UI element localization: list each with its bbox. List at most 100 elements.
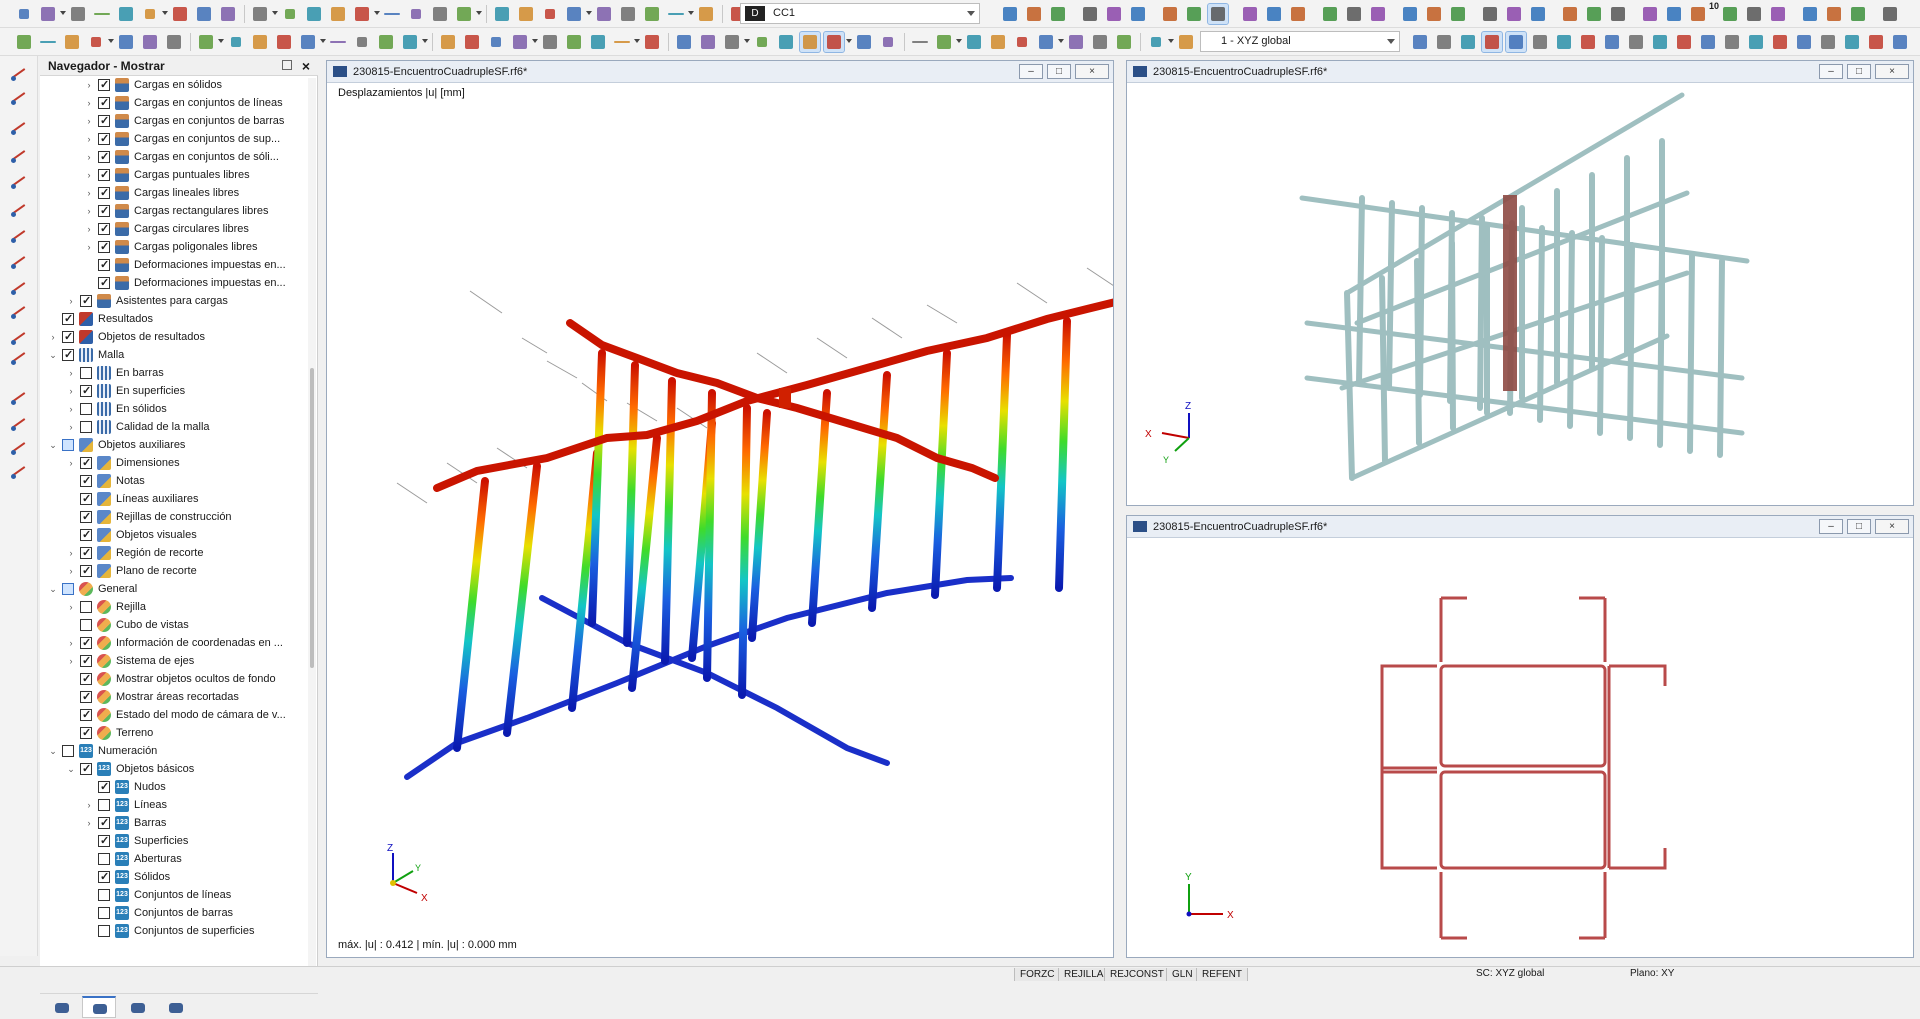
toolbar-button-icon[interactable] — [462, 32, 482, 52]
chevron-down-icon[interactable] — [688, 11, 694, 15]
toolbar-button-icon[interactable] — [878, 32, 898, 52]
toolbar-button-icon[interactable] — [776, 32, 796, 52]
tree-item-checkbox[interactable] — [62, 328, 74, 346]
toolbar-button-icon[interactable] — [1048, 4, 1068, 24]
toolbar-button-icon[interactable] — [1080, 4, 1100, 24]
tree-item[interactable]: › Cargas rectangulares libres — [40, 202, 306, 220]
tree-item-checkbox[interactable] — [80, 706, 92, 724]
drawing-tool-icon[interactable] — [8, 250, 30, 272]
toolbar-button-icon[interactable] — [1184, 4, 1204, 24]
chevron-down-icon[interactable] — [60, 11, 66, 15]
pin-icon[interactable] — [282, 60, 292, 70]
tree-item[interactable]: ⌄ General — [40, 580, 306, 598]
toolbar-button-icon[interactable] — [430, 4, 450, 24]
toolbar-button-icon[interactable] — [196, 32, 216, 52]
toolbar-button-icon[interactable] — [250, 32, 270, 52]
toolbar-button-icon[interactable] — [170, 4, 190, 24]
toolbar-button-icon[interactable] — [1448, 4, 1468, 24]
chevron-right-icon[interactable]: › — [84, 166, 94, 184]
chevron-right-icon[interactable]: › — [84, 148, 94, 166]
tree-item[interactable]: Mostrar áreas recortadas — [40, 688, 306, 706]
toolbar-button-icon[interactable] — [438, 32, 458, 52]
drawing-tool-icon[interactable] — [8, 276, 30, 298]
plan-canvas[interactable]: Y X — [1127, 538, 1913, 957]
toolbar-button-icon[interactable] — [540, 32, 560, 52]
tree-item-checkbox[interactable] — [98, 220, 110, 238]
toolbar-button-icon[interactable] — [1000, 4, 1020, 24]
toolbar-button-icon[interactable] — [486, 32, 506, 52]
tree-item[interactable]: › Objetos de resultados — [40, 328, 306, 346]
chevron-down-icon[interactable] — [422, 39, 428, 43]
tree-item[interactable]: › Cargas en conjuntos de sóli... — [40, 148, 306, 166]
toolbar-button-icon[interactable] — [1720, 4, 1740, 24]
tree-item-checkbox[interactable] — [80, 508, 92, 526]
toolbar-button-icon[interactable] — [1481, 31, 1503, 53]
toolbar-button-icon[interactable] — [1640, 4, 1660, 24]
toolbar-button-icon[interactable] — [1114, 32, 1134, 52]
toolbar-button-icon[interactable] — [1240, 4, 1260, 24]
drawing-tool-icon[interactable] — [8, 300, 30, 322]
chevron-right-icon[interactable]: › — [66, 598, 76, 616]
minimize-button[interactable]: – — [1019, 64, 1043, 79]
toolbar-button-icon[interactable] — [988, 32, 1008, 52]
drawing-tool-icon[interactable] — [8, 460, 30, 482]
maximize-button[interactable]: □ — [1847, 64, 1871, 79]
toolbar-button-icon[interactable] — [1554, 32, 1574, 52]
toolbar-button-icon[interactable] — [540, 4, 560, 24]
tree-item-checkbox[interactable] — [98, 889, 110, 901]
tree-item[interactable]: › Sistema de ejes — [40, 652, 306, 670]
tree-item[interactable]: › Cargas circulares libres — [40, 220, 306, 238]
main-3d-canvas[interactable]: Desplazamientos |u| [mm] Z X Y máx. |u| … — [327, 83, 1113, 957]
tree-item[interactable]: Deformaciones impuestas en... — [40, 274, 306, 292]
toolbar-button-icon[interactable] — [722, 32, 742, 52]
toolbar-button-icon[interactable] — [352, 32, 372, 52]
chevron-down-icon[interactable]: ⌄ — [66, 760, 76, 778]
toolbar-button-icon[interactable] — [250, 4, 270, 24]
chevron-right-icon[interactable]: › — [48, 328, 58, 346]
tree-item[interactable]: Líneas auxiliares — [40, 490, 306, 508]
drawing-tool-icon[interactable] — [8, 326, 30, 348]
toolbar-button-icon[interactable] — [1842, 32, 1862, 52]
chevron-down-icon[interactable] — [634, 39, 640, 43]
toolbar-button-icon[interactable] — [1504, 4, 1524, 24]
tree-item[interactable]: › 123 Líneas — [40, 796, 306, 814]
tree-item[interactable]: ⌄ Malla — [40, 346, 306, 364]
toolbar-button-icon[interactable] — [140, 4, 160, 24]
toolbar-button-icon[interactable] — [1848, 4, 1868, 24]
chevron-right-icon[interactable]: › — [84, 130, 94, 148]
tree-item[interactable]: 123 Conjuntos de líneas — [40, 886, 306, 904]
maximize-button[interactable]: □ — [1847, 519, 1871, 534]
chevron-right-icon[interactable]: › — [66, 544, 76, 562]
toolbar-button-icon[interactable] — [1866, 32, 1886, 52]
chevron-down-icon[interactable] — [744, 39, 750, 43]
tab-views[interactable] — [120, 996, 154, 1018]
tree-item-checkbox[interactable] — [98, 925, 110, 937]
toolbar-button-icon[interactable] — [492, 4, 512, 24]
toolbar-button-icon[interactable] — [1800, 4, 1820, 24]
status-toggle-gln[interactable]: GLN — [1166, 968, 1199, 981]
drawing-tool-icon[interactable] — [8, 412, 30, 434]
status-toggle-forzc[interactable]: FORZC — [1014, 968, 1061, 981]
toolbar-button-icon[interactable] — [86, 32, 106, 52]
tree-item-checkbox[interactable] — [98, 202, 110, 220]
chevron-down-icon[interactable] — [846, 39, 852, 43]
main-model-window[interactable]: 230815-EncuentroCuadrupleSF.rf6* – □ × D… — [326, 60, 1114, 958]
tree-item[interactable]: › Información de coordenadas en ... — [40, 634, 306, 652]
toolbar-button-icon[interactable] — [823, 31, 845, 53]
toolbar-button-icon[interactable] — [752, 32, 772, 52]
toolbar-button-icon[interactable] — [1824, 4, 1844, 24]
toolbar-button-icon[interactable] — [116, 32, 136, 52]
chevron-right-icon[interactable]: › — [84, 184, 94, 202]
tree-item-checkbox[interactable] — [98, 814, 110, 832]
tree-item-checkbox[interactable] — [80, 619, 92, 631]
tree-item[interactable]: › En barras — [40, 364, 306, 382]
chevron-right-icon[interactable]: › — [66, 418, 76, 436]
tree-item-checkbox[interactable] — [62, 745, 74, 757]
toolbar-button-icon[interactable] — [1066, 32, 1086, 52]
toolbar-button-icon[interactable] — [1578, 32, 1598, 52]
navigator-scrollbar[interactable] — [308, 78, 316, 968]
toolbar-button-icon[interactable] — [642, 4, 662, 24]
tree-item[interactable]: › En sólidos — [40, 400, 306, 418]
tree-item-checkbox[interactable] — [80, 562, 92, 580]
drawing-tool-icon[interactable] — [8, 198, 30, 220]
